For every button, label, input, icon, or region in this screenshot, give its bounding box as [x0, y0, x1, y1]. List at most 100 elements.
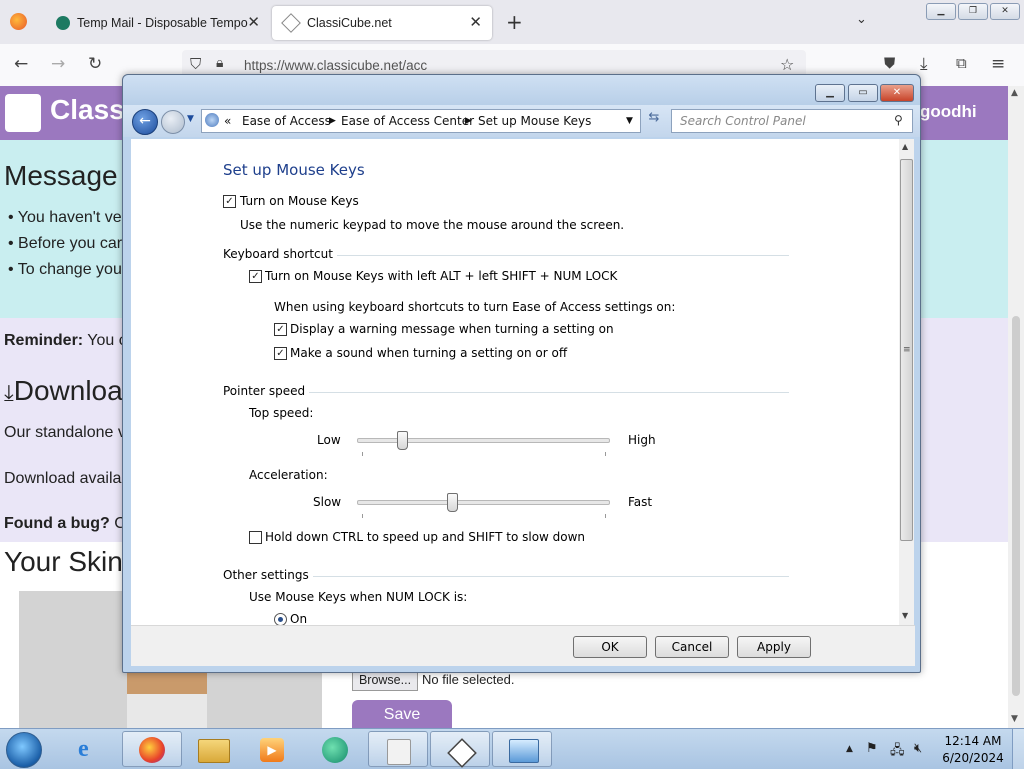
address-dropdown-icon[interactable]: ▼	[626, 116, 633, 126]
make-sound-label[interactable]: Make a sound when turning a setting on o…	[290, 346, 567, 360]
back-icon[interactable]: ←	[14, 54, 28, 74]
tab-classicube[interactable]: ClassiCube.net ✕	[272, 6, 492, 40]
scroll-down-icon[interactable]: ▼	[1011, 714, 1018, 724]
dialog-footer: OK Cancel Apply	[131, 625, 915, 666]
browser-tab-strip: Temp Mail - Disposable Tempo ✕ ClassiCub…	[0, 0, 1024, 44]
ok-button[interactable]: OK	[573, 636, 647, 658]
top-speed-label: Top speed:	[249, 406, 314, 420]
temp-mail-favicon-icon	[56, 16, 70, 30]
chat-app-icon[interactable]	[306, 731, 366, 767]
cancel-button[interactable]: Cancel	[655, 636, 729, 658]
pointer-speed-heading: Pointer speed	[223, 384, 310, 398]
acceleration-slider-thumb[interactable]	[447, 493, 459, 512]
refresh-icon[interactable]: ⇆	[643, 110, 665, 130]
scroll-up-icon[interactable]: ▲	[1011, 88, 1018, 98]
scroll-down-icon[interactable]: ▼	[902, 611, 908, 620]
download-icon: ⤓	[4, 380, 14, 405]
ctrl-shift-label[interactable]: Hold down CTRL to speed up and SHIFT to …	[265, 530, 585, 544]
skin-character-image	[127, 669, 207, 728]
forward-icon[interactable]: →	[51, 54, 65, 74]
make-sound-checkbox[interactable]: ✓	[274, 347, 287, 360]
numlock-on-label[interactable]: On	[290, 612, 307, 625]
tracking-shield-icon[interactable]: ⛉	[190, 55, 201, 73]
close-window-button[interactable]: ✕	[880, 84, 914, 102]
network-icon[interactable]: 🖧︎	[890, 741, 905, 763]
internet-explorer-icon[interactable]: e	[60, 731, 120, 767]
breadcrumb-set-up-mouse-keys[interactable]: Set up Mouse Keys	[478, 114, 591, 128]
forward-arrow-icon[interactable]	[161, 110, 185, 134]
taskbar: e ▶ ▲ ⚑ 🖧︎ 🔇︎ 12:14 AM 6/20/2024	[0, 728, 1024, 769]
page-scroll-thumb[interactable]	[1012, 316, 1020, 696]
settings-scrollbar[interactable]: ▲ ≡ ▼	[899, 139, 914, 625]
minimize-window-button[interactable]: ▁	[815, 84, 845, 102]
volume-muted-icon[interactable]: 🔇︎	[914, 741, 922, 756]
control-panel-taskbar-icon[interactable]	[492, 731, 552, 767]
turn-on-mouse-keys-label[interactable]: Turn on Mouse Keys	[240, 194, 359, 208]
pocket-icon[interactable]: ⛊	[884, 54, 895, 72]
warning-message-label[interactable]: Display a warning message when turning a…	[290, 322, 614, 336]
firefox-menu-icon[interactable]	[10, 13, 27, 30]
maximize-window-button[interactable]: ▭	[848, 84, 878, 102]
skin-heading: Your Skin	[4, 546, 123, 577]
acceleration-slider[interactable]	[357, 500, 610, 505]
firefox-taskbar-icon[interactable]	[122, 731, 182, 767]
settings-scroll-thumb[interactable]: ≡	[900, 159, 913, 541]
menu-icon[interactable]: ≡	[991, 54, 1005, 74]
settings-content: Set up Mouse Keys ✓ Turn on Mouse Keys U…	[131, 139, 907, 625]
turn-on-mouse-keys-checkbox[interactable]: ✓	[223, 195, 236, 208]
top-speed-low-label: Low	[317, 433, 341, 447]
classicube-logo-icon[interactable]	[5, 94, 41, 132]
top-speed-slider-thumb[interactable]	[397, 431, 409, 450]
restore-browser-button[interactable]: ❐	[958, 3, 988, 20]
shortcut-checkbox[interactable]: ✓	[249, 270, 262, 283]
breadcrumb-ease-of-access[interactable]: Ease of Access	[242, 114, 331, 128]
mouse-keys-window: ▁ ▭ ✕ ← ▼ « Ease of Access ▶ Ease of Acc…	[122, 74, 921, 673]
page-scrollbar[interactable]: ▲ ▼	[1008, 86, 1024, 728]
close-browser-button[interactable]: ✕	[990, 3, 1020, 20]
save-skin-button[interactable]: Save	[352, 700, 452, 728]
lock-icon[interactable]: 🔒︎	[216, 55, 223, 71]
tab-temp-mail[interactable]: Temp Mail - Disposable Tempo ✕	[44, 6, 270, 40]
breadcrumb-separator-icon[interactable]: ▶	[329, 116, 336, 126]
close-tab-icon[interactable]: ✕	[469, 13, 482, 31]
downloads-icon[interactable]: ⤓	[920, 54, 928, 74]
breadcrumb-separator-icon[interactable]: ▶	[465, 116, 472, 126]
breadcrumb-ease-of-access-center[interactable]: Ease of Access Center	[341, 114, 474, 128]
acceleration-slow-label: Slow	[313, 495, 342, 509]
file-explorer-icon[interactable]	[184, 731, 244, 767]
recent-pages-chevron-icon[interactable]: ▼	[187, 114, 194, 124]
address-bar[interactable]: « Ease of Access ▶ Ease of Access Center…	[201, 109, 641, 133]
warning-message-checkbox[interactable]: ✓	[274, 323, 287, 336]
clock-date[interactable]: 6/20/2024	[940, 751, 1006, 765]
show-desktop-button[interactable]	[1012, 729, 1024, 769]
scroll-up-icon[interactable]: ▲	[902, 142, 908, 151]
media-player-icon[interactable]: ▶	[244, 731, 304, 767]
url-text[interactable]: https://www.classicube.net/acc	[244, 58, 427, 73]
ctrl-shift-checkbox[interactable]	[249, 531, 262, 544]
site-logo-text[interactable]: Class	[50, 94, 125, 126]
minimize-browser-button[interactable]: ▁	[926, 3, 956, 20]
bookmark-star-icon[interactable]: ☆	[780, 55, 794, 74]
close-tab-icon[interactable]: ✕	[247, 13, 260, 31]
reload-icon[interactable]: ↻	[88, 54, 102, 74]
shortcut-label[interactable]: Turn on Mouse Keys with left ALT + left …	[265, 269, 617, 283]
installer-icon[interactable]	[368, 731, 428, 767]
window-titlebar[interactable]: ▁ ▭ ✕	[123, 75, 920, 105]
new-tab-icon[interactable]: +	[506, 10, 523, 34]
action-center-flag-icon[interactable]: ⚑	[866, 741, 878, 756]
list-all-tabs-icon[interactable]: ⌄	[856, 12, 867, 27]
search-icon[interactable]: ⚲	[894, 113, 903, 127]
top-speed-slider[interactable]	[357, 438, 610, 443]
apply-button[interactable]: Apply	[737, 636, 811, 658]
extensions-icon[interactable]: ⧉	[956, 54, 967, 72]
start-button-icon[interactable]	[6, 732, 42, 768]
classicube-taskbar-icon[interactable]	[430, 731, 490, 768]
other-settings-heading: Other settings	[223, 568, 313, 582]
breadcrumb-overflow-icon[interactable]: «	[224, 114, 231, 128]
back-arrow-icon[interactable]: ←	[132, 109, 158, 135]
clock-time[interactable]: 12:14 AM	[940, 734, 1006, 748]
search-input[interactable]: Search Control Panel ⚲	[671, 109, 913, 133]
site-username[interactable]: goodhi	[920, 102, 977, 122]
show-hidden-icons-icon[interactable]: ▲	[846, 744, 853, 754]
numlock-on-radio[interactable]	[274, 613, 287, 625]
